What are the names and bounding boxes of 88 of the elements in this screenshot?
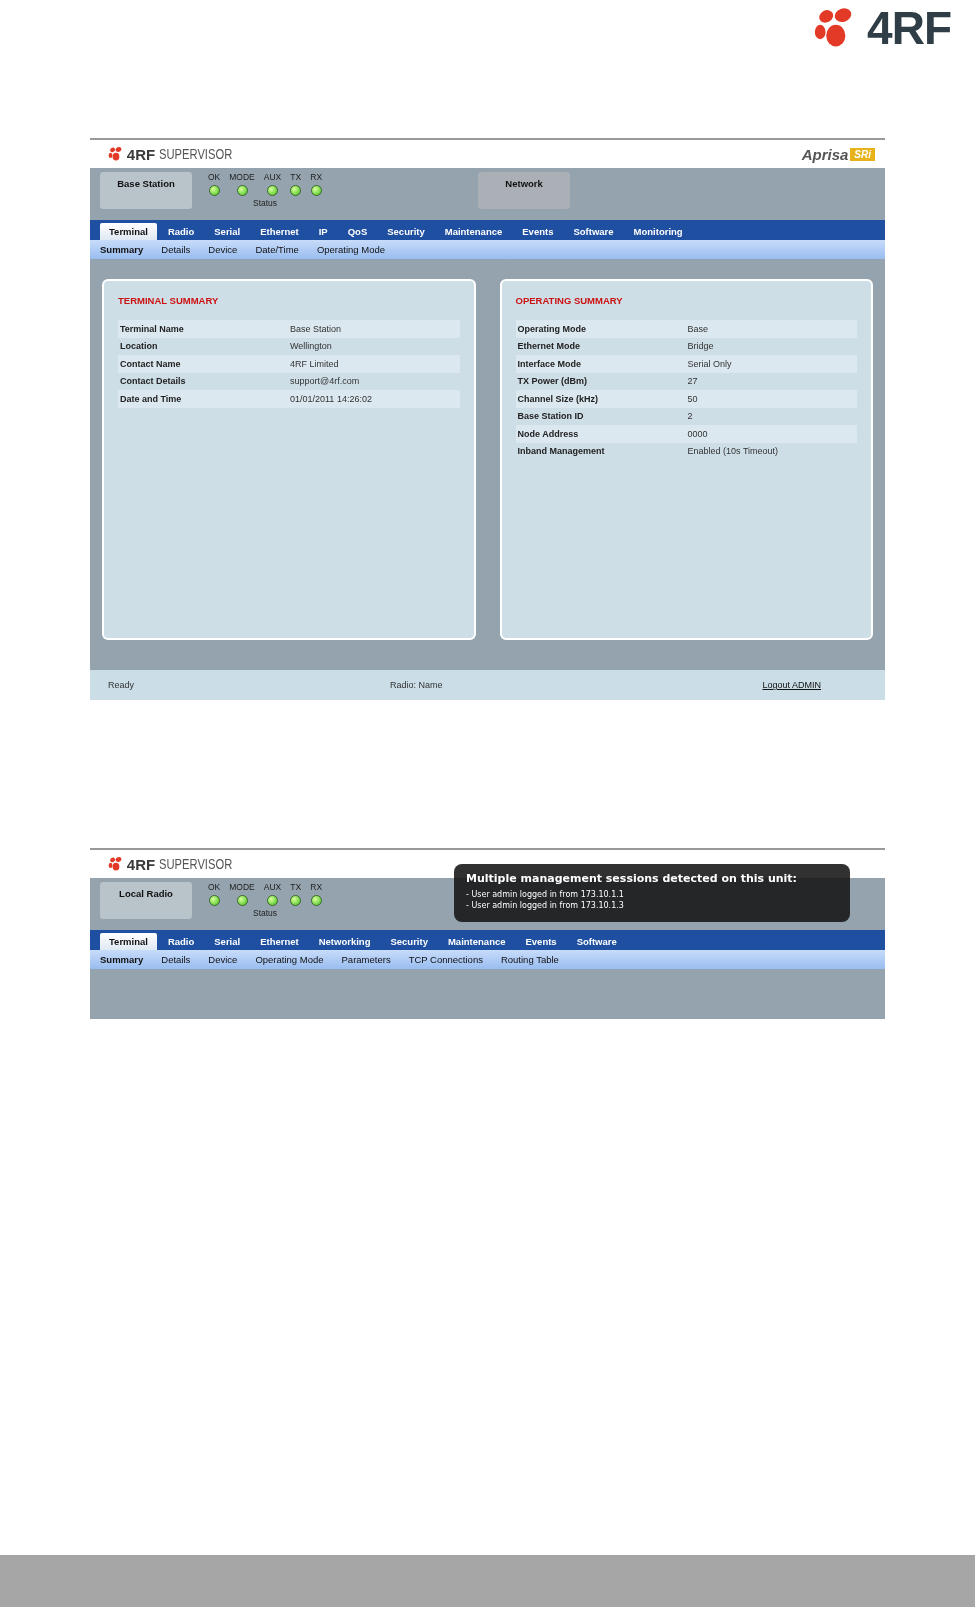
panel-title: TERMINAL SUMMARY [118,295,220,306]
row-value: 50 [687,393,698,404]
menu-tab[interactable]: Ethernet [251,933,308,950]
row-value: Serial Only [687,358,732,369]
status-label: Status [253,908,278,918]
menu-tab[interactable]: Serial [205,223,250,240]
product-name: SUPERVISOR [159,146,233,162]
row-label: Date and Time [120,393,183,404]
row-label: Channel Size (kHz) [517,393,599,404]
sub-tab[interactable]: Operating Mode [316,244,385,255]
row-label: Operating Mode [517,323,587,334]
brand-name: Aprisa [801,145,849,163]
status-text: Ready [108,680,134,690]
radio-name-text: Radio: Name [390,680,443,690]
popup-line: - User admin logged in from 173.10.1.3 [466,900,625,911]
logo-text: 4RF [126,145,156,163]
row-value: support@4rf.com [290,376,360,387]
sub-tab[interactable]: Device [208,244,238,255]
led-label: AUX [263,882,282,892]
row-value: Bridge [687,341,714,352]
menu-tab[interactable]: Radio [158,933,204,950]
sub-tab[interactable]: Details [161,954,191,965]
led-label: OK [208,882,221,892]
logo-text: 4RF [126,855,156,873]
row-value: Base Station [290,323,342,334]
menu-tab[interactable]: Security [378,223,434,240]
led-label: OK [208,172,221,182]
terminal-name-box: Local Radio [100,882,192,919]
brand-badge: SRi [850,147,875,161]
sub-tab[interactable]: Parameters [341,954,391,965]
row-value: Wellington [290,341,332,352]
row-value: 2 [687,411,693,422]
row-value: 27 [687,376,698,387]
led-label: RX [310,882,323,892]
menu-tab[interactable]: Software [567,933,626,950]
popup-title: Multiple management sessions detected on this unit: [466,872,798,885]
row-label: Node Address [517,428,580,439]
menu-tab[interactable]: Maintenance [438,933,515,950]
sub-tab[interactable]: Details [161,244,191,255]
sub-tab[interactable]: Date/Time [255,244,299,255]
row-label: Ethernet Mode [517,341,581,352]
sub-tab[interactable]: Summary [100,954,144,965]
menu-tab[interactable]: Ethernet [251,223,308,240]
menu-tab[interactable]: Radio [158,223,204,240]
sub-tab[interactable]: Operating Mode [255,954,324,965]
sub-tab[interactable]: Device [208,954,238,965]
menu-tab[interactable]: Maintenance [435,223,512,240]
led-label: TX [290,172,302,182]
menu-tab[interactable]: QoS [338,223,377,240]
row-label: Contact Details [120,376,187,387]
logout-link[interactable]: Logout ADMIN [762,680,821,690]
company-logo-text: 4RF [867,8,951,48]
menu-tab[interactable]: IP [309,223,337,240]
status-label: Status [253,198,278,208]
sub-tab[interactable]: Summary [100,244,144,255]
sub-tab[interactable]: TCP Connections [408,954,483,965]
product-name: SUPERVISOR [159,856,233,872]
row-label: Terminal Name [120,323,185,334]
menu-tab[interactable]: Networking [309,933,380,950]
row-value: 4RF Limited [290,358,339,369]
row-value: Base [687,323,708,334]
menu-tab[interactable]: Security [381,933,437,950]
terminal-name-box: Base Station [100,172,192,209]
row-value: 01/01/2011 14:26:02 [290,393,372,404]
row-label: TX Power (dBm) [517,376,588,387]
row-label: Interface Mode [517,358,582,369]
menu-tab[interactable]: Terminal [100,223,157,240]
panel-title: OPERATING SUMMARY [515,295,624,306]
menu-tab[interactable]: Terminal [100,933,157,950]
row-label: Inband Management [517,446,606,457]
row-value: Enabled (10s Timeout) [687,446,779,457]
led-label: MODE [229,172,255,182]
sub-tab[interactable]: Routing Table [500,954,559,965]
row-label: Location [120,341,159,352]
led-label: TX [290,882,302,892]
row-label: Base Station ID [517,411,585,422]
popup-line: - User admin logged in from 173.10.1.1 [466,889,625,900]
row-label: Contact Name [120,358,182,369]
row-value: 0000 [687,428,708,439]
menu-tab[interactable]: Events [516,933,566,950]
led-label: RX [310,172,323,182]
led-label: AUX [263,172,282,182]
menu-tab[interactable]: Events [513,223,563,240]
network-box: Network [478,172,571,209]
led-label: MODE [229,882,255,892]
menu-tab[interactable]: Monitoring [624,223,692,240]
menu-tab[interactable]: Software [564,223,623,240]
menu-tab[interactable]: Serial [205,933,250,950]
